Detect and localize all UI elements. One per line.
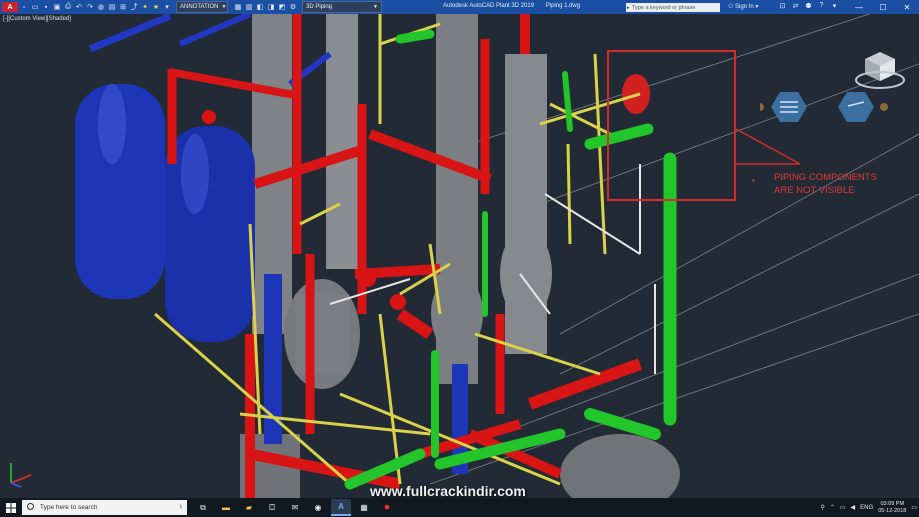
ucs-icon (10, 463, 32, 488)
taskbar-search-placeholder: Type here to search (40, 504, 98, 511)
annotation-scale-select[interactable]: ANNOTATION ▼ (176, 1, 228, 13)
chevron-down-icon: ▼ (373, 4, 378, 10)
annotation-line-2: ARE NOT VISIBLE (774, 185, 855, 196)
clock-date: 05-12-2018 (878, 507, 907, 514)
chevron-down-icon[interactable]: ▾ (830, 2, 839, 10)
windows-logo-icon (6, 502, 16, 513)
title-bar: A ▫ ▭ ▪ ▣ ⎙ ↶ ↷ ◍ ▤ ⊞ ⤴ ✦ ★ ▾ ANNOTATION… (0, 0, 919, 14)
block-icon[interactable]: ◩ (277, 2, 287, 12)
snap-icon[interactable]: ◨ (266, 2, 276, 12)
properties-icon[interactable]: ▥ (244, 2, 254, 12)
language-indicator[interactable]: ENG (860, 505, 873, 511)
help-toolbar: ⊡ ⇄ ⚉ ? ▾ (778, 2, 839, 10)
pdf-icon[interactable]: ✸ (377, 499, 397, 516)
file-explorer-icon[interactable]: ▰ (239, 499, 259, 516)
taskbar-search-input[interactable]: Type here to search ♮ (22, 500, 187, 515)
window-controls: — ☐ ✕ (847, 0, 919, 14)
taskbar: Type here to search ♮ ⧉ ▬ ▰ ⛋ ✉ ◉ A ▦ ✸ … (0, 498, 919, 517)
sign-in-label: Sign In (735, 4, 754, 10)
annotation-highlight-box (607, 50, 736, 201)
share-icon[interactable]: ⤴ (129, 2, 139, 12)
match-icon[interactable]: ◧ (255, 2, 265, 12)
watermark: www.fullcrackindir.com (370, 483, 526, 498)
help-icon[interactable]: ? (817, 2, 826, 10)
file-title: Piping 1.dwg (545, 3, 581, 9)
microphone-icon[interactable]: ♮ (179, 503, 182, 511)
network-icon[interactable]: ▭ (840, 504, 846, 511)
cart-icon[interactable]: ⊡ (778, 2, 787, 10)
dropdown-icon[interactable]: ▾ (162, 2, 172, 12)
mail-icon[interactable]: ✉ (285, 499, 305, 516)
window-title: Autodesk AutoCAD Plant 3D 2019 Piping 1.… (443, 3, 590, 9)
close-button[interactable]: ✕ (895, 0, 919, 14)
media-icon[interactable]: ◉ (308, 499, 328, 516)
lock-icon[interactable]: ▤ (107, 2, 117, 12)
volume-icon[interactable]: ◀ (851, 504, 856, 511)
undo-icon[interactable]: ↶ (74, 2, 84, 12)
link-icon[interactable]: ⊞ (118, 2, 128, 12)
open-icon[interactable]: ▭ (30, 2, 40, 12)
chevron-up-icon[interactable]: ⌃ (830, 504, 835, 511)
star-icon[interactable]: ★ (151, 2, 161, 12)
hexagon-icon[interactable] (838, 92, 874, 122)
clock[interactable]: 03:09 PM 05-12-2018 (878, 501, 906, 515)
search-icon (27, 503, 34, 510)
viewport-label[interactable]: [-][Custom View][Shaded] (3, 16, 71, 22)
calculator-icon[interactable]: ▦ (354, 499, 374, 516)
autocad-icon[interactable]: A (331, 499, 351, 516)
lightbulb-icon[interactable]: ✦ (140, 2, 150, 12)
globe-icon[interactable]: ◍ (96, 2, 106, 12)
view-controls (760, 52, 905, 122)
quick-access-toolbar: A ▫ ▭ ▪ ▣ ⎙ ↶ ↷ ◍ ▤ ⊞ ⤴ ✦ ★ ▾ ANNOTATION… (0, 0, 382, 14)
task-view-icon[interactable]: ⧉ (193, 499, 213, 516)
layer-icon[interactable]: ▦ (233, 2, 243, 12)
annotation-line-1: PIPING COMPONENTS (774, 172, 877, 183)
maximize-button[interactable]: ☐ (871, 0, 895, 14)
exchange-icon[interactable]: ⇄ (791, 2, 800, 10)
print-icon[interactable]: ⎙ (63, 2, 73, 12)
save-as-icon[interactable]: ▣ (52, 2, 62, 12)
minimize-button[interactable]: — (847, 0, 871, 14)
new-icon[interactable]: ▫ (19, 2, 29, 12)
file-explorer-icon[interactable]: ▬ (216, 499, 236, 516)
annotation-bullet: • (752, 176, 755, 185)
sign-in-button[interactable]: ⚇ Sign In ▾ (728, 3, 758, 10)
notification-icon[interactable]: ▭ (911, 504, 917, 511)
workspace-select[interactable]: 3D Piping ▼ (302, 1, 382, 13)
redo-icon[interactable]: ↷ (85, 2, 95, 12)
settings-icon[interactable]: ⚙ (288, 2, 298, 12)
model-viewport[interactable]: [-][Custom View][Shaded] • PIPING COMPON… (0, 14, 919, 498)
annotation-text: PIPING COMPONENTS ARE NOT VISIBLE (774, 171, 914, 197)
app-menu-icon[interactable]: A (2, 2, 18, 12)
search-input[interactable]: Type a keyword or phrase (626, 3, 720, 12)
workspace-value: 3D Piping (306, 4, 333, 10)
start-button[interactable] (0, 498, 22, 517)
save-icon[interactable]: ▪ (41, 2, 51, 12)
system-tray: ⚲ ⌃ ▭ ◀ ENG 03:09 PM 05-12-2018 ▭ (820, 498, 917, 517)
user-group-icon[interactable]: ⚉ (804, 2, 813, 10)
store-icon[interactable]: ⛋ (262, 499, 282, 516)
annotation-scale-value: ANNOTATION (180, 4, 219, 10)
clock-time: 03:09 PM (880, 500, 905, 507)
app-title: Autodesk AutoCAD Plant 3D 2019 (443, 3, 535, 9)
taskbar-apps: ⧉ ▬ ▰ ⛋ ✉ ◉ A ▦ ✸ (193, 499, 397, 516)
user-icon: ⚇ (728, 4, 736, 10)
person-icon[interactable]: ⚲ (820, 504, 824, 511)
chevron-down-icon: ▼ (221, 4, 227, 10)
